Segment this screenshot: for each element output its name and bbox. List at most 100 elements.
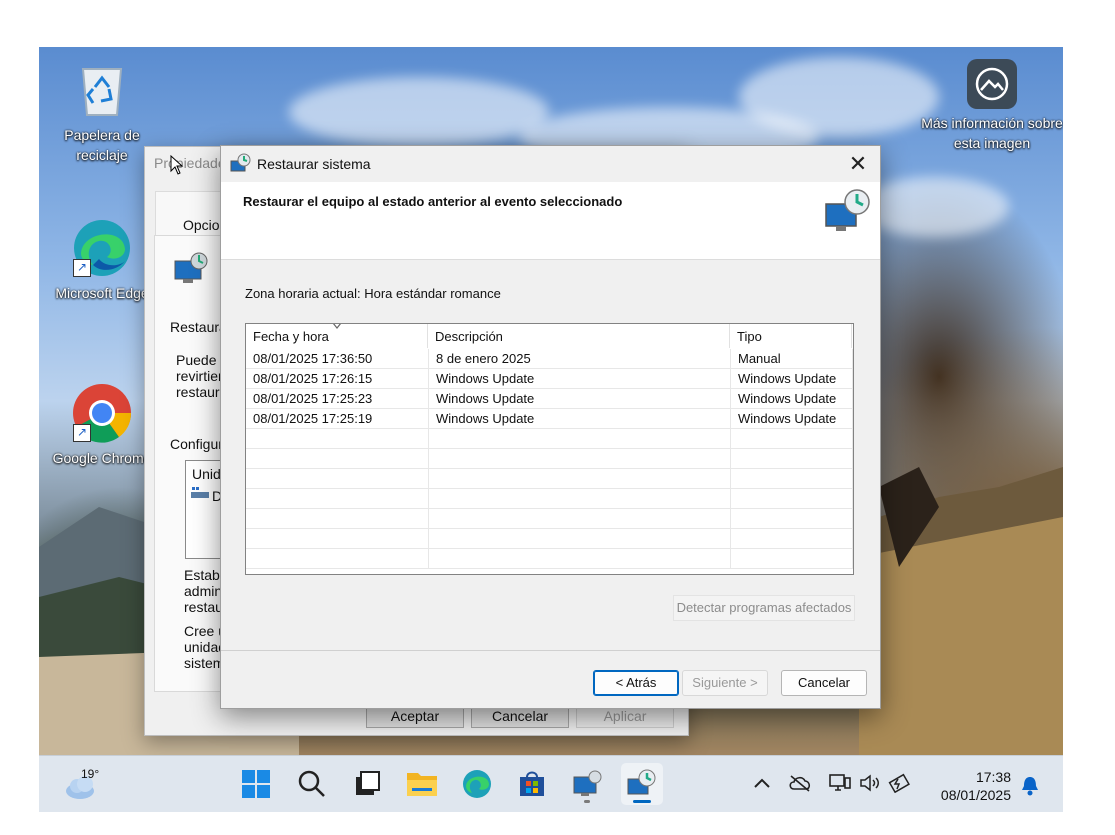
recycle-bin-label: Papelera de reciclaje: [64, 127, 140, 163]
back-button[interactable]: < Atrás: [593, 670, 679, 696]
settings-desc-line-2: admin: [184, 583, 223, 599]
next-button[interactable]: Siguiente >: [682, 670, 768, 696]
create-desc-line-3: sistem: [184, 655, 225, 671]
empty-row: [246, 449, 853, 469]
system-restore-header-icon: [825, 189, 870, 231]
table-row[interactable]: 08/01/2025 17:26:15 Windows Update Windo…: [246, 369, 853, 389]
file-explorer-icon: [407, 773, 437, 796]
start-icon: [242, 770, 270, 798]
restore-points-table[interactable]: Fecha y hora Descripción Tipo 08/01/2025…: [245, 323, 854, 575]
weather-temperature: 19°: [81, 767, 100, 781]
empty-row: [246, 509, 853, 529]
restore-section-label: Restaura: [170, 319, 227, 335]
cell-description: Windows Update: [429, 389, 731, 409]
cell-date: 08/01/2025 17:25:23: [246, 389, 429, 409]
cell-type: Windows Update: [731, 369, 853, 389]
edge-shortcut[interactable]: ↗ Microsoft Edge: [47, 217, 157, 303]
chrome-icon: ↗: [71, 382, 133, 444]
settings-desc-line-3: restau: [184, 599, 223, 615]
restore-desc-line-2: revirtien: [176, 368, 226, 384]
empty-row: [246, 469, 853, 489]
cell-description: Windows Update: [429, 409, 731, 429]
system-restore-dialog: Restaurar sistema ✕ Restaurar el equipo …: [220, 145, 881, 709]
network-status[interactable]: [827, 770, 853, 796]
column-header-date[interactable]: Fecha y hora: [246, 324, 428, 348]
recycle-bin-shortcut[interactable]: Papelera de reciclaje: [47, 59, 157, 165]
clock-time: 17:38: [975, 769, 1011, 785]
timezone-label: Zona horaria actual: Hora estándar roman…: [245, 286, 501, 301]
wizard-header: Restaurar el equipo al estado anterior a…: [221, 182, 880, 260]
mouse-cursor-icon: [170, 155, 184, 175]
cell-description: 8 de enero 2025: [429, 349, 731, 369]
column-header-type-label: Tipo: [737, 329, 762, 344]
chrome-label: Google Chrome: [52, 450, 152, 466]
chrome-shortcut[interactable]: ↗ Google Chrome: [47, 382, 157, 468]
system-restore-icon: [627, 769, 656, 795]
footer-separator: [221, 650, 880, 651]
edge-icon: [463, 770, 491, 798]
drives-list-header: Unid: [192, 466, 221, 482]
close-button[interactable]: ✕: [836, 146, 880, 182]
shortcut-arrow-icon: ↗: [73, 424, 91, 442]
header-title: Restaurar el equipo al estado anterior a…: [243, 194, 623, 209]
drive-icon: [191, 487, 209, 498]
system-properties-icon: [573, 770, 602, 796]
spotlight-info-shortcut[interactable]: Más información sobre esta imagen: [917, 59, 1063, 153]
task-view-icon: [356, 771, 380, 795]
column-header-date-label: Fecha y hora: [253, 329, 329, 344]
edge-icon: ↗: [71, 217, 133, 279]
store-button[interactable]: [511, 763, 553, 805]
spotlight-info-label: Más información sobre esta imagen: [921, 115, 1063, 151]
title-bar: Restaurar sistema ✕: [221, 146, 880, 182]
volume-icon: [860, 774, 879, 792]
running-indicator: [584, 800, 590, 803]
active-indicator: [633, 800, 651, 803]
store-icon: [520, 771, 544, 796]
system-properties-taskbar-button[interactable]: [566, 763, 608, 805]
spotlight-camera-icon: [967, 59, 1017, 109]
table-row[interactable]: 08/01/2025 17:25:19 Windows Update Windo…: [246, 409, 853, 429]
start-button[interactable]: [235, 763, 277, 805]
battery-charging-icon: [888, 773, 910, 793]
system-protection-icon: [174, 252, 208, 283]
cell-date: 08/01/2025 17:26:15: [246, 369, 429, 389]
notification-bell-icon[interactable]: [1021, 776, 1039, 796]
clock-date: 08/01/2025: [940, 787, 1011, 803]
cell-type: Windows Update: [731, 389, 853, 409]
cell-description: Windows Update: [429, 369, 731, 389]
cloud-offline-icon: [789, 775, 811, 792]
empty-row: [246, 429, 853, 449]
close-icon: ✕: [848, 151, 868, 176]
sort-descending-icon: [333, 324, 341, 329]
table-row[interactable]: 08/01/2025 17:36:50 8 de enero 2025 Manu…: [246, 349, 853, 369]
cell-date: 08/01/2025 17:25:19: [246, 409, 429, 429]
onedrive-status[interactable]: [787, 770, 813, 796]
empty-row: [246, 549, 853, 569]
volume-control[interactable]: [857, 770, 883, 796]
task-view-button[interactable]: [346, 763, 388, 805]
empty-row: [246, 529, 853, 549]
column-header-type[interactable]: Tipo: [730, 324, 852, 348]
edge-label: Microsoft Edge: [55, 285, 149, 301]
chevron-up-icon: [754, 778, 770, 788]
cancel-button[interactable]: Cancelar: [781, 670, 867, 696]
network-ethernet-icon: [829, 774, 851, 791]
column-header-description[interactable]: Descripción: [428, 324, 730, 348]
file-explorer-button[interactable]: [401, 763, 443, 805]
detect-affected-programs-button[interactable]: Detectar programas afectados: [673, 595, 855, 621]
edge-taskbar-button[interactable]: [456, 763, 498, 805]
cell-type: Windows Update: [731, 409, 853, 429]
system-restore-app-icon: [230, 153, 251, 172]
table-row[interactable]: 08/01/2025 17:25:23 Windows Update Windo…: [246, 389, 853, 409]
dialog-title: Restaurar sistema: [257, 156, 371, 172]
empty-row: [246, 489, 853, 509]
battery-status[interactable]: [887, 770, 913, 796]
shortcut-arrow-icon: ↗: [73, 259, 91, 277]
system-restore-taskbar-button[interactable]: [621, 763, 663, 805]
column-header-description-label: Descripción: [435, 329, 503, 344]
system-clock[interactable]: 17:38 08/01/2025: [941, 768, 1011, 804]
show-hidden-icons-button[interactable]: [749, 770, 775, 796]
search-button[interactable]: [291, 763, 333, 805]
taskbar: 19° 17:38 08/01/2025: [39, 755, 1063, 812]
cell-type: Manual: [731, 349, 853, 369]
